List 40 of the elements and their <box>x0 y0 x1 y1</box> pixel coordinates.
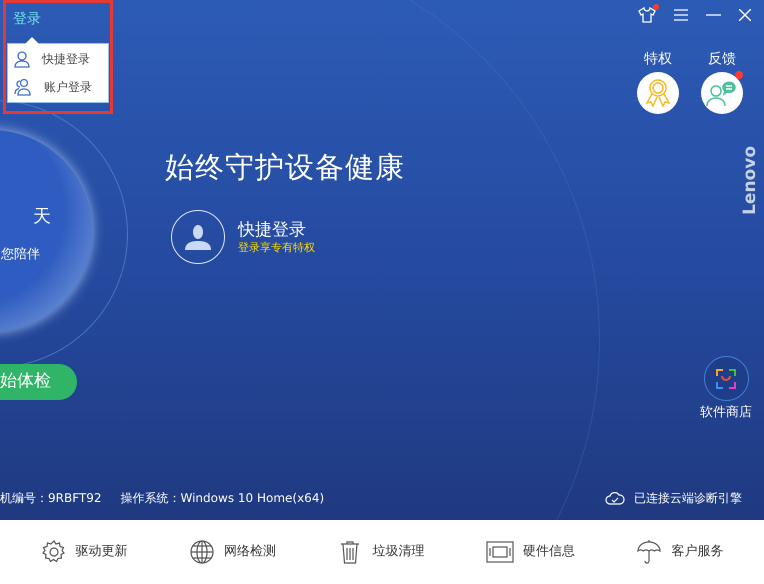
store-label: 软件商店 <box>700 406 752 419</box>
globe-icon <box>189 539 216 565</box>
users-icon <box>14 78 32 96</box>
login-menu-item[interactable]: 快捷登录 <box>8 45 108 73</box>
close-icon[interactable] <box>739 9 751 21</box>
user-icon <box>14 50 30 68</box>
quick-action-label: 反馈 <box>708 52 736 66</box>
headline: 始终守护设备健康 <box>165 153 405 182</box>
toolbar-button[interactable]: 驱动更新 <box>38 539 130 565</box>
toolbar-button[interactable]: 网络检测 <box>187 539 278 565</box>
companion-text: 您陪伴 <box>1 248 40 261</box>
umbrella-icon <box>636 539 662 565</box>
medal-icon <box>645 78 671 108</box>
login-menu-item[interactable]: 账户登录 <box>8 73 108 101</box>
quick-action-button[interactable] <box>701 72 743 114</box>
chat-user-icon <box>706 79 738 107</box>
quick-action-label: 特权 <box>644 52 672 66</box>
monitor-icon <box>486 539 514 565</box>
machine-number: 机编号：9RBFT92 <box>0 490 102 507</box>
skin-button[interactable] <box>638 7 656 23</box>
store-bag-icon <box>716 368 736 388</box>
menu-icon[interactable] <box>674 9 688 21</box>
promo-subtitle: 登录享专有特权 <box>238 240 315 254</box>
cloud-icon <box>605 491 625 505</box>
toolbar-button[interactable]: 客户服务 <box>634 539 726 565</box>
store-button[interactable] <box>704 356 748 401</box>
day-unit: 天 <box>33 208 51 226</box>
user-silhouette-icon <box>184 223 212 251</box>
avatar-button[interactable] <box>171 210 225 264</box>
promo-title[interactable]: 快捷登录 <box>238 220 315 241</box>
minimize-icon[interactable] <box>706 14 721 16</box>
cloud-status: 已连接云端诊断引擎 <box>634 490 742 507</box>
os-info: 操作系统：Windows 10 Home(x64) <box>120 490 324 507</box>
brand-logo: Lenovo <box>742 146 759 215</box>
toolbar-button[interactable]: 垃圾清理 <box>335 539 426 565</box>
gear-icon <box>40 539 67 565</box>
login-link[interactable]: 登录 <box>13 9 41 30</box>
shirt-icon <box>638 7 656 23</box>
quick-action-button[interactable] <box>637 72 679 114</box>
toolbar-button[interactable]: 硬件信息 <box>484 539 577 565</box>
